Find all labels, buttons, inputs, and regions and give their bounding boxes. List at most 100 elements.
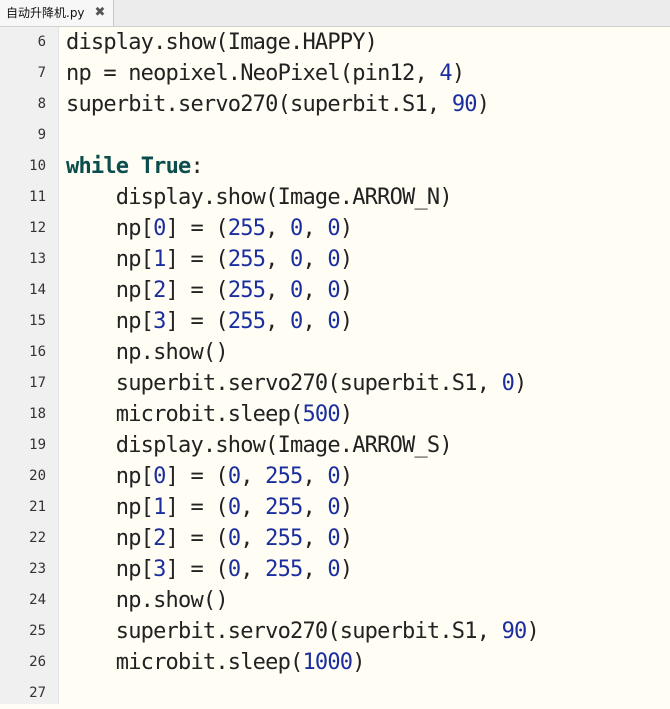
code-token: ) (514, 371, 527, 396)
tab-title: 自动升降机.py (6, 6, 85, 20)
code-number: 1 (153, 495, 166, 520)
code-line[interactable]: 16 np.show() (0, 337, 670, 368)
code-number: 0 (501, 371, 515, 396)
code-line[interactable]: 17 superbit.servo270(superbit.S1, 0) (0, 368, 670, 399)
code-token: , (302, 464, 328, 489)
code-line[interactable]: 27 (0, 678, 670, 709)
code-number: 1000 (302, 650, 353, 675)
code-number: 255 (227, 278, 266, 303)
code-token: ] = ( (165, 464, 229, 489)
code-number: 0 (290, 247, 303, 272)
code-text: np[0] = (0, 255, 0) (66, 461, 353, 492)
code-number: 0 (290, 309, 303, 334)
line-number: 25 (29, 623, 46, 639)
code-number: 500 (302, 402, 340, 427)
code-number: 255 (227, 216, 266, 241)
code-number: 255 (265, 464, 303, 489)
code-token: , (302, 495, 328, 520)
code-token: np[ (115, 309, 154, 334)
code-line[interactable]: 19 display.show(Image.ARROW_S) (0, 430, 670, 461)
line-number: 15 (29, 313, 46, 329)
code-line[interactable]: 23 np[3] = (0, 255, 0) (0, 554, 670, 585)
code-number: 0 (153, 216, 166, 241)
code-token: ) (339, 526, 353, 551)
code-line[interactable]: 15 np[3] = (255, 0, 0) (0, 306, 670, 337)
code-text: microbit.sleep(500) (66, 399, 353, 430)
code-line[interactable]: 10 while True: (0, 151, 670, 182)
line-number: 16 (29, 344, 46, 360)
close-icon[interactable]: ✖ (93, 0, 107, 26)
code-token: superbit.servo270(superbit.S1, (66, 92, 452, 117)
code-text: superbit.servo270(superbit.S1, 0) (66, 368, 528, 399)
code-token: display.show(Image.ARROW_S) (115, 433, 453, 458)
code-number: 4 (439, 61, 452, 86)
code-line[interactable]: 20 np[0] = (0, 255, 0) (0, 461, 670, 492)
code-token: ) (526, 619, 539, 644)
code-number: 90 (501, 619, 528, 644)
code-text: microbit.sleep(1000) (66, 647, 366, 678)
code-line[interactable]: 11 display.show(Image.ARROW_N) (0, 182, 670, 213)
code-number: 2 (153, 278, 166, 303)
code-line[interactable]: 18 microbit.sleep(500) (0, 399, 670, 430)
code-number: 0 (227, 464, 241, 489)
code-token: , (240, 557, 266, 582)
code-number: 255 (265, 557, 303, 582)
code-token: microbit.sleep( (115, 650, 303, 675)
code-token: ) (339, 464, 353, 489)
code-text: np.show() (66, 585, 229, 616)
code-token: , (265, 278, 291, 303)
code-token: np[ (115, 464, 154, 489)
code-keyword: True (140, 154, 192, 179)
code-token: ) (339, 278, 353, 303)
code-line[interactable]: 24 np.show() (0, 585, 670, 616)
code-line[interactable]: 13 np[1] = (255, 0, 0) (0, 244, 670, 275)
code-line[interactable]: 7 np = neopixel.NeoPixel(pin12, 4) (0, 58, 670, 89)
code-token: ) (339, 402, 353, 427)
line-number: 27 (29, 685, 46, 701)
tab-file[interactable]: 自动升降机.py ✖ (0, 0, 114, 26)
code-token: ) (339, 557, 353, 582)
code-token: microbit.sleep( (115, 402, 303, 427)
line-number: 23 (29, 561, 46, 577)
code-line[interactable]: 8 superbit.servo270(superbit.S1, 90) (0, 89, 670, 120)
code-line[interactable]: 22 np[2] = (0, 255, 0) (0, 523, 670, 554)
tab-bar: 自动升降机.py ✖ (0, 0, 670, 27)
code-token: ) (352, 650, 365, 675)
code-token: , (302, 247, 328, 272)
code-text: np[1] = (0, 255, 0) (66, 492, 353, 523)
code-token: , (265, 216, 291, 241)
code-number: 3 (153, 557, 166, 582)
code-number: 0 (327, 278, 340, 303)
code-token: ) (339, 309, 353, 334)
code-line[interactable]: 9 (0, 120, 670, 151)
code-text: while True: (66, 151, 204, 182)
code-line[interactable]: 12 np[0] = (255, 0, 0) (0, 213, 670, 244)
code-number: 0 (327, 464, 340, 489)
code-text: np[2] = (0, 255, 0) (66, 523, 353, 554)
line-number: 17 (29, 375, 46, 391)
code-line[interactable]: 14 np[2] = (255, 0, 0) (0, 275, 670, 306)
code-number: 255 (265, 495, 303, 520)
code-editor[interactable]: 6 display.show(Image.HAPPY) 7 np = neopixel… (0, 27, 670, 704)
code-number: 0 (153, 464, 166, 489)
code-token: ] = ( (165, 557, 229, 582)
code-line[interactable]: 21 np[1] = (0, 255, 0) (0, 492, 670, 523)
code-number: 0 (327, 309, 340, 334)
code-token: ) (339, 216, 353, 241)
line-number: 22 (29, 530, 46, 546)
code-line[interactable]: 6 display.show(Image.HAPPY) (0, 27, 670, 58)
code-line[interactable]: 26 microbit.sleep(1000) (0, 647, 670, 678)
line-number: 21 (29, 499, 46, 515)
line-number: 24 (29, 592, 46, 608)
code-token: , (265, 309, 291, 334)
line-number: 18 (29, 406, 46, 422)
code-line[interactable]: 25 superbit.servo270(superbit.S1, 90) (0, 616, 670, 647)
line-number: 10 (29, 158, 46, 174)
code-number: 2 (153, 526, 166, 551)
